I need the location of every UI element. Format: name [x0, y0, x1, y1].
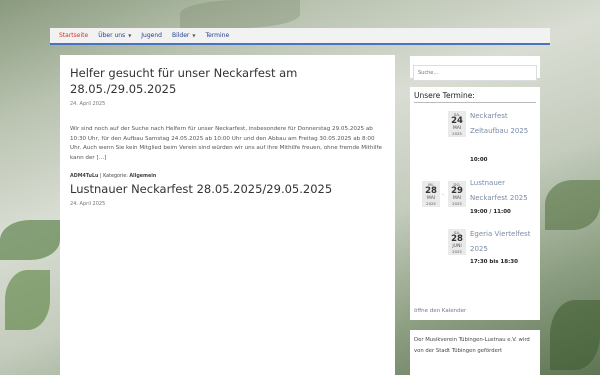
nav-item-startseite[interactable]: Startseite	[54, 32, 93, 39]
event-year: 2025	[452, 201, 462, 206]
event-datebox-start: MI. 28 MAI 2025	[422, 181, 440, 207]
event-datebox: SA. 28 JUNI 2025	[448, 229, 466, 255]
nav-item-bilder[interactable]: Bilder ▼	[167, 32, 201, 39]
event-item[interactable]: SA. 28 JUNI 2025 Egeria Viertelfest 2025…	[414, 229, 536, 298]
post-date: 24. April 2025	[70, 101, 106, 107]
nav-label: Bilder	[171, 32, 190, 39]
termine-widget: Unsere Termine: SA. 24 MAI 2025 Neckarfe…	[410, 87, 540, 320]
post-category-link[interactable]: Allgemein	[129, 174, 156, 179]
nav-item-ueber-uns[interactable]: Über uns ▼	[93, 32, 136, 39]
event-title-link[interactable]: Neckarfest Zeltaufbau 2025	[470, 109, 540, 139]
category-label: Kategorie:	[103, 173, 128, 179]
post-title-link[interactable]: Helfer gesucht für unser Neckarfest am 2…	[70, 65, 385, 97]
post: Helfer gesucht für unser Neckarfest am 2…	[70, 65, 385, 179]
search-widget	[410, 56, 540, 81]
post-meta: ADM4TuLu | Kategorie: Allgemein	[70, 174, 385, 179]
caret-down-icon: ▼	[128, 33, 132, 38]
event-day: 29	[451, 186, 463, 196]
date-range-dash: -	[442, 192, 444, 198]
event-title-link[interactable]: Lustnauer Neckarfest 2025	[470, 176, 540, 206]
event-item[interactable]: SA. 24 MAI 2025 Neckarfest Zeltaufbau 20…	[414, 109, 536, 172]
meta-separator: |	[99, 173, 102, 179]
event-year: 2025	[452, 131, 462, 136]
background-foliage	[180, 0, 300, 28]
event-day: 28	[425, 186, 437, 196]
event-time: 10:00	[470, 157, 488, 163]
termine-title: Unsere Termine:	[414, 91, 536, 103]
event-day: 28	[451, 234, 463, 244]
event-item[interactable]: MI. 28 MAI 2025 - DO. 29 MAI 2025 Lustna…	[414, 172, 536, 235]
nav-label: Jugend	[141, 32, 162, 39]
post-author-link[interactable]: ADM4TuLu	[70, 174, 98, 179]
event-year: 2025	[426, 201, 436, 206]
post: Lustnauer Neckarfest 28.05.2025/29.05.20…	[70, 181, 385, 207]
post-excerpt: Wir sind noch auf der Suche nach Helfern…	[70, 126, 382, 162]
event-datebox: SA. 24 MAI 2025	[448, 111, 466, 137]
main-content: Helfer gesucht für unser Neckarfest am 2…	[60, 55, 395, 375]
background-foliage	[0, 220, 60, 260]
nav-label: Startseite	[59, 32, 89, 39]
caret-down-icon: ▼	[192, 33, 196, 38]
main-nav: Startseite Über uns ▼ Jugend Bilder ▼ Term…	[50, 28, 550, 45]
event-year: 2025	[452, 249, 462, 254]
nav-label: Über uns	[98, 32, 126, 39]
search-input[interactable]	[413, 65, 537, 81]
open-calendar-link[interactable]: öffne den Kalender	[414, 308, 466, 314]
event-time: 17:30 bis 18:30	[470, 259, 518, 265]
nav-label: Termine	[205, 32, 230, 39]
background-foliage	[5, 270, 50, 330]
event-title-link[interactable]: Egeria Viertelfest 2025	[470, 227, 540, 257]
background-foliage	[545, 180, 600, 230]
nav-item-termine[interactable]: Termine	[200, 32, 234, 39]
nav-item-jugend[interactable]: Jugend	[136, 32, 167, 39]
sponsor-widget: Der Musikverein Tübingen-Lustnau e.V. wi…	[410, 330, 540, 375]
post-title-link[interactable]: Lustnauer Neckarfest 28.05.2025/29.05.20…	[70, 181, 385, 197]
event-datebox-end: DO. 29 MAI 2025	[448, 181, 466, 207]
event-time: 19:00 / 11:00	[470, 209, 511, 215]
post-date: 24. April 2025	[70, 200, 106, 207]
background-foliage	[550, 300, 600, 370]
event-day: 24	[451, 116, 463, 126]
sponsor-text: Der Musikverein Tübingen-Lustnau e.V. wi…	[414, 337, 530, 354]
